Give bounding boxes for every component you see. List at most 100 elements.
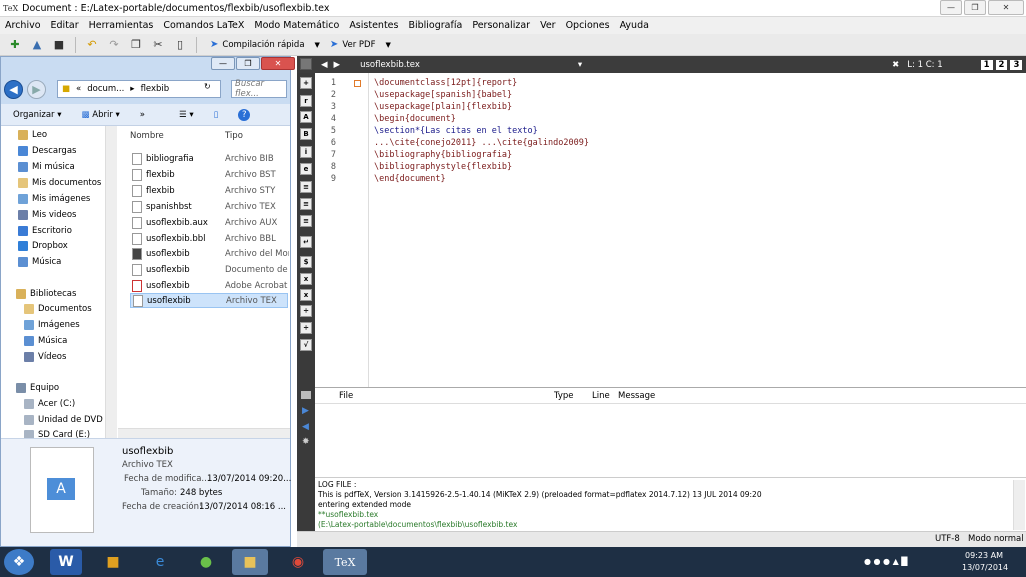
- close-button[interactable]: ✕: [988, 0, 1024, 15]
- next-error-icon[interactable]: ▶: [302, 406, 309, 416]
- nav-dropbox[interactable]: Dropbox: [18, 241, 68, 251]
- refresh-icon[interactable]: ↻: [204, 82, 211, 91]
- nav-lib-musica[interactable]: Música: [24, 336, 67, 346]
- frac-icon[interactable]: ÷: [300, 305, 312, 317]
- start-button-icon[interactable]: ❖: [4, 549, 34, 575]
- more-commands-button[interactable]: »: [140, 110, 145, 120]
- quick-build-button[interactable]: ➤ Compilación rápida: [204, 39, 311, 50]
- code-line-2[interactable]: \usepackage[spanish]{babel}: [374, 90, 512, 100]
- open-file-icon[interactable]: ▲: [28, 36, 46, 54]
- code-line-7[interactable]: \bibliography{bibliografia}: [374, 150, 512, 160]
- breadcrumb-overflow[interactable]: «: [76, 84, 81, 94]
- log-settings-icon[interactable]: ✸: [302, 437, 310, 447]
- right-align-icon[interactable]: ≡: [300, 215, 312, 227]
- tray-icons[interactable]: ● ● ● ▲ █: [864, 557, 907, 566]
- network-icon[interactable]: ●: [190, 549, 222, 575]
- clock-date[interactable]: 13/07/2014: [962, 563, 1008, 572]
- next-doc-icon[interactable]: ▶: [334, 60, 341, 70]
- messages-col-line[interactable]: Line: [592, 391, 610, 401]
- menu-ver[interactable]: Ver: [535, 20, 561, 31]
- code-line-4[interactable]: \begin{document}: [374, 114, 456, 124]
- organize-button[interactable]: Organizar ▾: [13, 110, 62, 120]
- emph-icon[interactable]: e: [300, 163, 312, 175]
- code-line-9[interactable]: \end{document}: [374, 174, 446, 184]
- file-row[interactable]: usoflexbib.aux Archivo AUX: [130, 215, 288, 230]
- word-icon[interactable]: W: [50, 549, 82, 575]
- file-row[interactable]: usoflexbib Archivo del Mon: [130, 246, 289, 261]
- editor-tab[interactable]: usoflexbib.tex: [360, 60, 420, 70]
- nav-scrollbar[interactable]: [105, 126, 117, 438]
- menu-modo-matematico[interactable]: Modo Matemático: [249, 20, 344, 31]
- preview-pane-icon[interactable]: ▯: [214, 110, 219, 120]
- redo-icon[interactable]: ↷: [105, 36, 123, 54]
- menu-ayuda[interactable]: Ayuda: [615, 20, 654, 31]
- code-line-8[interactable]: \bibliographystyle{flexbib}: [374, 162, 512, 172]
- search-input[interactable]: Buscar flex...: [231, 79, 287, 99]
- menu-personalizar[interactable]: Personalizar: [467, 20, 535, 31]
- minimize-button[interactable]: —: [940, 0, 962, 15]
- newline-icon[interactable]: ↵: [300, 236, 312, 248]
- mode-status[interactable]: Modo normal: [968, 534, 1024, 544]
- messages-icon[interactable]: [301, 391, 311, 399]
- encoding-status[interactable]: UTF-8: [935, 534, 960, 544]
- align-icon[interactable]: A: [300, 111, 312, 123]
- menu-asistentes[interactable]: Asistentes: [344, 20, 403, 31]
- explorer-maximize-button[interactable]: ❐: [236, 57, 260, 70]
- texmaker-taskbar-icon[interactable]: TeX: [323, 549, 367, 575]
- back-button[interactable]: ◀: [4, 79, 23, 99]
- file-row[interactable]: flexbib Archivo BST: [130, 167, 288, 182]
- undo-icon[interactable]: ↶: [83, 36, 101, 54]
- explorer-taskbar-icon[interactable]: ■: [232, 549, 268, 575]
- superscript-icon[interactable]: x: [300, 273, 312, 285]
- dfrac-icon[interactable]: ÷: [300, 322, 312, 334]
- code-line-5[interactable]: \section*{Las citas en el texto}: [374, 126, 538, 136]
- menu-herramientas[interactable]: Herramientas: [84, 20, 159, 31]
- view-options-icon[interactable]: ☰ ▾: [179, 110, 194, 120]
- file-list-hscrollbar[interactable]: [118, 428, 290, 438]
- math-icon[interactable]: $: [300, 256, 312, 268]
- address-bar[interactable]: ■ « docum... ▸ flexbib: [57, 80, 221, 98]
- structure-icon[interactable]: +: [300, 77, 312, 89]
- media-icon[interactable]: ■: [97, 549, 129, 575]
- italic-icon[interactable]: i: [300, 146, 312, 158]
- close-doc-icon[interactable]: ✖: [892, 60, 899, 70]
- save-icon[interactable]: ■: [50, 36, 68, 54]
- file-row[interactable]: bibliografia Archivo BIB: [130, 151, 288, 166]
- tab-dropdown-icon[interactable]: ▾: [578, 60, 582, 70]
- menu-editar[interactable]: Editar: [46, 20, 84, 31]
- chrome-icon[interactable]: ◉: [282, 549, 314, 575]
- file-row-selected[interactable]: usoflexbib Archivo TEX: [130, 293, 288, 308]
- menu-archivo[interactable]: Archivo: [0, 20, 46, 31]
- file-row[interactable]: usoflexbib.bbl Archivo BBL: [130, 231, 288, 246]
- sqrt-icon[interactable]: √: [300, 339, 312, 351]
- nav-descargas[interactable]: Descargas: [18, 146, 76, 156]
- code-line-3[interactable]: \usepackage[plain]{flexbib}: [374, 102, 512, 112]
- file-row[interactable]: flexbib Archivo STY: [130, 183, 288, 198]
- subscript-icon[interactable]: x: [300, 289, 312, 301]
- explorer-close-button[interactable]: ✕: [261, 57, 295, 70]
- forward-button[interactable]: ▶: [27, 79, 46, 99]
- new-file-icon[interactable]: ✚: [6, 36, 24, 54]
- column-type[interactable]: Tipo: [225, 131, 243, 141]
- nav-lib-documentos[interactable]: Documentos: [24, 304, 92, 314]
- copy-icon[interactable]: ❐: [127, 36, 145, 54]
- nav-mis-documentos[interactable]: Mis documentos: [18, 178, 101, 188]
- nav-mis-imagenes[interactable]: Mis imágenes: [18, 194, 90, 204]
- left-align-icon[interactable]: ≡: [300, 181, 312, 193]
- nav-drive-c[interactable]: Acer (C:): [24, 399, 75, 409]
- file-row[interactable]: spanishbst Archivo TEX: [130, 199, 288, 214]
- clock-time[interactable]: 09:23 AM: [965, 551, 1003, 560]
- explorer-minimize-button[interactable]: —: [211, 57, 235, 70]
- quick-build-dropdown-icon[interactable]: ▼: [315, 41, 320, 49]
- messages-col-type[interactable]: Type: [554, 391, 574, 401]
- messages-col-message[interactable]: Message: [618, 391, 655, 401]
- breadcrumb-flexbib[interactable]: flexbib: [141, 84, 170, 94]
- menu-opciones[interactable]: Opciones: [561, 20, 615, 31]
- nav-lib-imagenes[interactable]: Imágenes: [24, 320, 80, 330]
- breadcrumb-documentos[interactable]: docum...: [87, 84, 124, 94]
- nav-equipo[interactable]: Equipo: [16, 383, 59, 393]
- paste-icon[interactable]: ▯: [171, 36, 189, 54]
- nav-musica[interactable]: Música: [18, 257, 61, 267]
- open-button[interactable]: ▩ Abrir ▾: [82, 110, 120, 120]
- menu-bibliografia[interactable]: Bibliografía: [403, 20, 467, 31]
